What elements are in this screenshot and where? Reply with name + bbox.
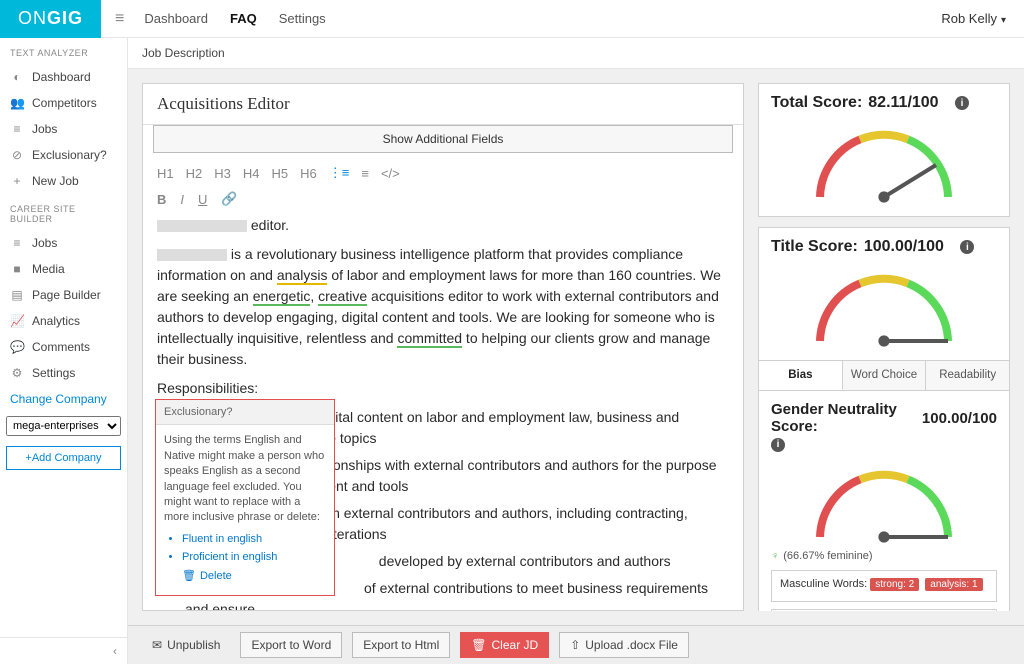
trash-icon: 🗑 bbox=[471, 638, 486, 652]
sidebar-section-analyzer: TEXT ANALYZER bbox=[0, 38, 127, 64]
tab-bias[interactable]: Bias bbox=[759, 361, 843, 390]
breadcrumb: Job Description bbox=[128, 38, 1024, 69]
sidebar-item-jobs[interactable]: ≡Jobs bbox=[0, 116, 127, 142]
clear-jd-button[interactable]: 🗑Clear JD bbox=[460, 632, 549, 658]
list-icon: ≡ bbox=[10, 122, 24, 136]
popover-option-proficient[interactable]: Proficient in english bbox=[182, 550, 326, 565]
export-word-button[interactable]: Export to Word bbox=[240, 632, 342, 658]
info-icon[interactable]: i bbox=[960, 240, 974, 254]
change-company-link[interactable]: Change Company bbox=[0, 386, 127, 412]
ban-icon: ⊘ bbox=[10, 148, 24, 162]
nav-faq[interactable]: FAQ bbox=[230, 11, 257, 26]
tab-word-choice[interactable]: Word Choice bbox=[843, 361, 927, 390]
upload-icon: ⇧ bbox=[570, 638, 580, 652]
job-title: Acquisitions Editor bbox=[143, 84, 743, 125]
sidebar-item-jobs2[interactable]: ≡Jobs bbox=[0, 230, 127, 256]
sidebar-item-new-job[interactable]: +New Job bbox=[0, 168, 127, 194]
h4-button[interactable]: H4 bbox=[243, 166, 260, 181]
envelope-icon: ✉ bbox=[152, 638, 162, 652]
masculine-words-card: Masculine Words: strong: 2 analysis: 1 bbox=[771, 570, 997, 602]
gear-icon: ⚙ bbox=[10, 366, 24, 380]
total-score-box: Total Score: 82.11/100 i bbox=[758, 83, 1010, 217]
show-additional-fields-button[interactable]: Show Additional Fields bbox=[153, 125, 733, 153]
hl-committed[interactable]: committed bbox=[397, 330, 462, 348]
export-html-button[interactable]: Export to Html bbox=[352, 632, 450, 658]
add-company-button[interactable]: +Add Company bbox=[6, 446, 121, 470]
score-tabs: Bias Word Choice Readability bbox=[758, 360, 1010, 390]
sidebar-item-page-builder[interactable]: ▤Page Builder bbox=[0, 282, 127, 308]
info-icon[interactable]: i bbox=[955, 96, 969, 110]
user-menu[interactable]: Rob Kelly bbox=[941, 11, 1024, 26]
chevron-left-icon: ‹ bbox=[113, 644, 117, 658]
sidebar-item-settings[interactable]: ⚙Settings bbox=[0, 360, 127, 386]
ol-icon[interactable]: ≡ bbox=[361, 166, 369, 181]
gauge-title bbox=[804, 260, 964, 350]
sidebar-item-analytics[interactable]: 📈Analytics bbox=[0, 308, 127, 334]
sidebar-section-builder: CAREER SITE BUILDER bbox=[0, 194, 127, 230]
italic-icon[interactable]: I bbox=[180, 192, 184, 207]
redacted bbox=[157, 249, 227, 261]
hl-creative[interactable]: creative bbox=[318, 288, 367, 306]
gauge-gender bbox=[804, 456, 964, 546]
video-icon: ■ bbox=[10, 262, 24, 276]
plus-icon: + bbox=[10, 174, 24, 188]
trash-icon: 🗑 bbox=[182, 569, 196, 584]
sidebar-item-competitors[interactable]: 👥Competitors bbox=[0, 90, 127, 116]
company-select[interactable]: mega-enterprises bbox=[6, 416, 121, 436]
h1-button[interactable]: H1 bbox=[157, 166, 174, 181]
feminine-words-card: Feminine Words: committed: 2 creative: 1… bbox=[771, 609, 997, 612]
gauge-total bbox=[804, 116, 964, 206]
redacted bbox=[157, 220, 247, 232]
popover-option-fluent[interactable]: Fluent in english bbox=[182, 532, 326, 547]
popover-option-delete[interactable]: 🗑Delete bbox=[182, 569, 326, 584]
list-icon: ≡ bbox=[10, 236, 24, 250]
exclusionary-popover: Exclusionary? Using the terms English an… bbox=[155, 399, 335, 596]
users-icon: 👥 bbox=[10, 96, 24, 110]
sidebar-item-comments[interactable]: 💬Comments bbox=[0, 334, 127, 360]
bold-icon[interactable]: B bbox=[157, 192, 166, 207]
sidebar-item-media[interactable]: ■Media bbox=[0, 256, 127, 282]
hl-analysis[interactable]: analysis bbox=[277, 267, 328, 285]
tab-readability[interactable]: Readability bbox=[926, 361, 1009, 390]
code-icon[interactable]: </> bbox=[381, 166, 400, 181]
page-icon: ▤ bbox=[10, 288, 24, 302]
logo: ONGIG bbox=[0, 0, 101, 38]
comment-icon: 💬 bbox=[10, 340, 24, 354]
badge[interactable]: analysis: 1 bbox=[925, 578, 982, 591]
h2-button[interactable]: H2 bbox=[186, 166, 203, 181]
underline-icon[interactable]: U bbox=[198, 192, 207, 207]
hl-energetic[interactable]: energetic bbox=[253, 288, 311, 306]
h6-button[interactable]: H6 bbox=[300, 166, 317, 181]
link-icon[interactable]: 🔗 bbox=[221, 191, 237, 207]
female-icon: ♀ bbox=[771, 550, 779, 562]
chart-icon: 📈 bbox=[10, 314, 24, 328]
gender-score-box: Gender Neutrality Score: 100.00/100 i bbox=[758, 390, 1010, 611]
unpublish-button[interactable]: ✉Unpublish bbox=[142, 633, 230, 657]
h3-button[interactable]: H3 bbox=[214, 166, 231, 181]
popover-title: Exclusionary? bbox=[156, 400, 334, 425]
h5-button[interactable]: H5 bbox=[272, 166, 289, 181]
sidebar-collapse[interactable]: ‹ bbox=[0, 637, 127, 664]
popover-text: Using the terms English and Native might… bbox=[164, 433, 326, 525]
badge[interactable]: strong: 2 bbox=[870, 578, 919, 591]
gauge-icon: ◐ bbox=[10, 70, 24, 84]
nav-dashboard[interactable]: Dashboard bbox=[144, 11, 208, 26]
ul-icon[interactable]: ⋮≡ bbox=[329, 165, 350, 181]
hamburger-icon[interactable]: ≡ bbox=[101, 10, 138, 28]
sidebar-item-exclusionary[interactable]: ⊘Exclusionary? bbox=[0, 142, 127, 168]
upload-docx-button[interactable]: ⇧Upload .docx File bbox=[559, 632, 689, 658]
title-score-box: Title Score: 100.00/100 i bbox=[758, 227, 1010, 360]
nav-settings[interactable]: Settings bbox=[279, 11, 326, 26]
info-icon[interactable]: i bbox=[771, 438, 785, 452]
sidebar-item-dashboard[interactable]: ◐Dashboard bbox=[0, 64, 127, 90]
